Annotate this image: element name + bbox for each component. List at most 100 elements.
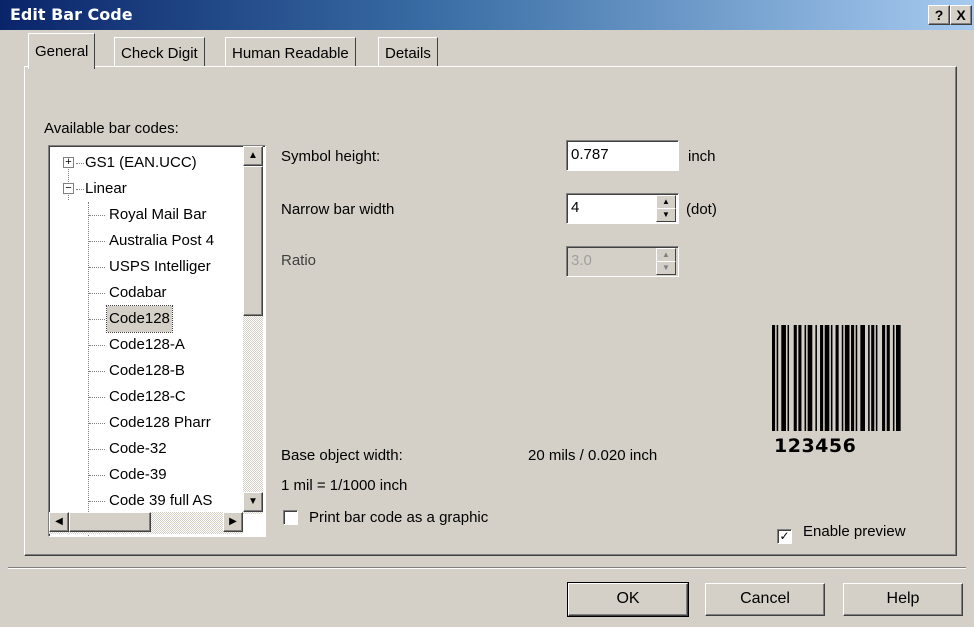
collapse-icon[interactable]: − xyxy=(63,183,74,194)
barcode-bar xyxy=(844,325,850,431)
ratio-label: Ratio xyxy=(281,252,317,269)
enable-preview-label[interactable]: Enable preview xyxy=(803,523,906,540)
barcode-bar xyxy=(776,325,779,431)
barcode-bar xyxy=(860,325,865,431)
barcode-human-readable: 123456 xyxy=(774,435,857,457)
tree-line xyxy=(89,475,105,476)
barcode-bar xyxy=(804,325,807,431)
symbol-height-unit: inch xyxy=(688,148,716,165)
barcode-bar xyxy=(807,325,813,431)
narrow-bar-width-unit: (dot) xyxy=(686,201,717,218)
narrow-bar-width-value: 4 xyxy=(571,199,580,216)
barcode-bar xyxy=(787,325,790,431)
tree-item-label: Code128-C xyxy=(109,388,186,405)
tree-line xyxy=(89,423,105,424)
barcode-tree[interactable]: + GS1 (EAN.UCC) − Linear Royal Mail Bar … xyxy=(48,145,266,537)
tree-item-label-selected: Code128 xyxy=(106,305,173,333)
tab-details[interactable]: Details xyxy=(378,37,438,67)
spin-up-button[interactable]: ▲ xyxy=(656,195,676,209)
tree-line xyxy=(89,371,105,372)
print-as-graphic-checkbox[interactable] xyxy=(283,510,298,525)
ok-button[interactable]: OK xyxy=(567,582,689,617)
tree-line xyxy=(89,267,105,268)
barcode-bar xyxy=(896,325,901,431)
barcode-bar xyxy=(824,325,830,431)
horizontal-scroll-thumb[interactable] xyxy=(69,512,151,532)
tree-line xyxy=(89,501,105,502)
tree-item-label: Codabar xyxy=(109,284,167,301)
tree-item-label: Code128-B xyxy=(109,362,185,379)
tab-check-digit[interactable]: Check Digit xyxy=(114,37,205,67)
tree-item-label: Code-39 xyxy=(109,466,167,483)
ratio-spin-down-button[interactable]: ▼ xyxy=(656,261,676,275)
barcode-bar xyxy=(793,325,797,431)
barcode-bar xyxy=(892,325,895,431)
tree-line xyxy=(76,189,84,190)
narrow-bar-width-label: Narrow bar width xyxy=(281,201,395,218)
barcode-bar xyxy=(820,325,824,431)
barcode-bar xyxy=(835,325,839,431)
tree-item-label: USPS Intelliger xyxy=(109,258,211,275)
tree-item-label: Code128-A xyxy=(109,336,185,353)
base-object-width-value: 20 mils / 0.020 inch xyxy=(528,447,658,464)
separator xyxy=(8,567,966,569)
tab-general[interactable]: General xyxy=(28,33,96,69)
print-as-graphic-label[interactable]: Print bar code as a graphic xyxy=(309,509,488,526)
barcode-bar xyxy=(781,325,786,431)
close-title-button[interactable]: X xyxy=(950,5,972,25)
narrow-bar-width-input[interactable]: 4 ▲ ▼ xyxy=(566,193,679,224)
tree-item-label: Australia Post 4 xyxy=(109,232,215,249)
tree-line xyxy=(76,163,84,164)
tree-item-label: Code128 Pharr xyxy=(109,414,211,431)
tree-item-label: Linear xyxy=(85,180,127,197)
symbol-height-input[interactable]: 0.787 xyxy=(566,140,679,171)
barcode-bar xyxy=(830,325,833,431)
spin-down-button[interactable]: ▼ xyxy=(656,208,676,222)
available-barcodes-label: Available bar codes: xyxy=(44,120,179,137)
window-title: Edit Bar Code xyxy=(10,5,133,24)
ratio-input[interactable]: 3.0 ▲ ▼ xyxy=(566,246,679,277)
barcode-bar xyxy=(798,325,802,431)
expand-icon[interactable]: + xyxy=(63,157,74,168)
tree-line xyxy=(89,319,105,320)
tab-human-readable[interactable]: Human Readable xyxy=(225,37,356,67)
enable-preview-checkbox[interactable]: ✓ xyxy=(777,529,792,544)
barcode-bars xyxy=(772,325,901,431)
ratio-spin-up-button[interactable]: ▲ xyxy=(656,248,676,262)
base-object-width-label: Base object width: xyxy=(281,447,403,464)
tree-line xyxy=(89,215,105,216)
barcode-bar xyxy=(875,325,878,431)
tree-item-label: GS1 (EAN.UCC) xyxy=(85,154,197,171)
barcode-bar xyxy=(841,325,844,431)
barcode-bar xyxy=(855,325,858,431)
tree-item-label: Code 39 full AS xyxy=(109,492,213,509)
tree-line xyxy=(89,345,105,346)
help-button[interactable]: Help xyxy=(843,583,963,616)
help-title-button[interactable]: ? xyxy=(928,5,950,25)
tree-item-label: Code-32 xyxy=(109,440,167,457)
barcode-bar xyxy=(772,325,776,431)
tree-line xyxy=(89,397,105,398)
barcode-bar xyxy=(882,325,886,431)
vertical-scroll-thumb[interactable] xyxy=(243,166,263,316)
tree-line xyxy=(88,202,89,536)
symbol-height-label: Symbol height: xyxy=(281,148,381,165)
barcode-bar xyxy=(868,325,870,431)
scroll-down-button[interactable]: ▼ xyxy=(243,492,263,512)
tree-line xyxy=(89,241,105,242)
barcode-bar xyxy=(871,325,875,431)
barcode-bar xyxy=(851,325,855,431)
barcode-bar xyxy=(886,325,890,431)
mil-note: 1 mil = 1/1000 inch xyxy=(281,477,408,494)
tree-line xyxy=(89,293,105,294)
barcode-preview xyxy=(772,325,901,431)
cancel-button[interactable]: Cancel xyxy=(705,583,825,616)
barcode-bar xyxy=(815,325,817,431)
ratio-value: 3.0 xyxy=(571,252,592,269)
scroll-right-button[interactable]: ▶ xyxy=(223,512,243,532)
tree-line xyxy=(89,449,105,450)
title-bar[interactable]: Edit Bar Code ? X xyxy=(0,0,974,30)
scroll-up-button[interactable]: ▲ xyxy=(243,146,263,166)
tree-item-label: Royal Mail Bar xyxy=(109,206,207,223)
scroll-left-button[interactable]: ◀ xyxy=(49,512,69,532)
